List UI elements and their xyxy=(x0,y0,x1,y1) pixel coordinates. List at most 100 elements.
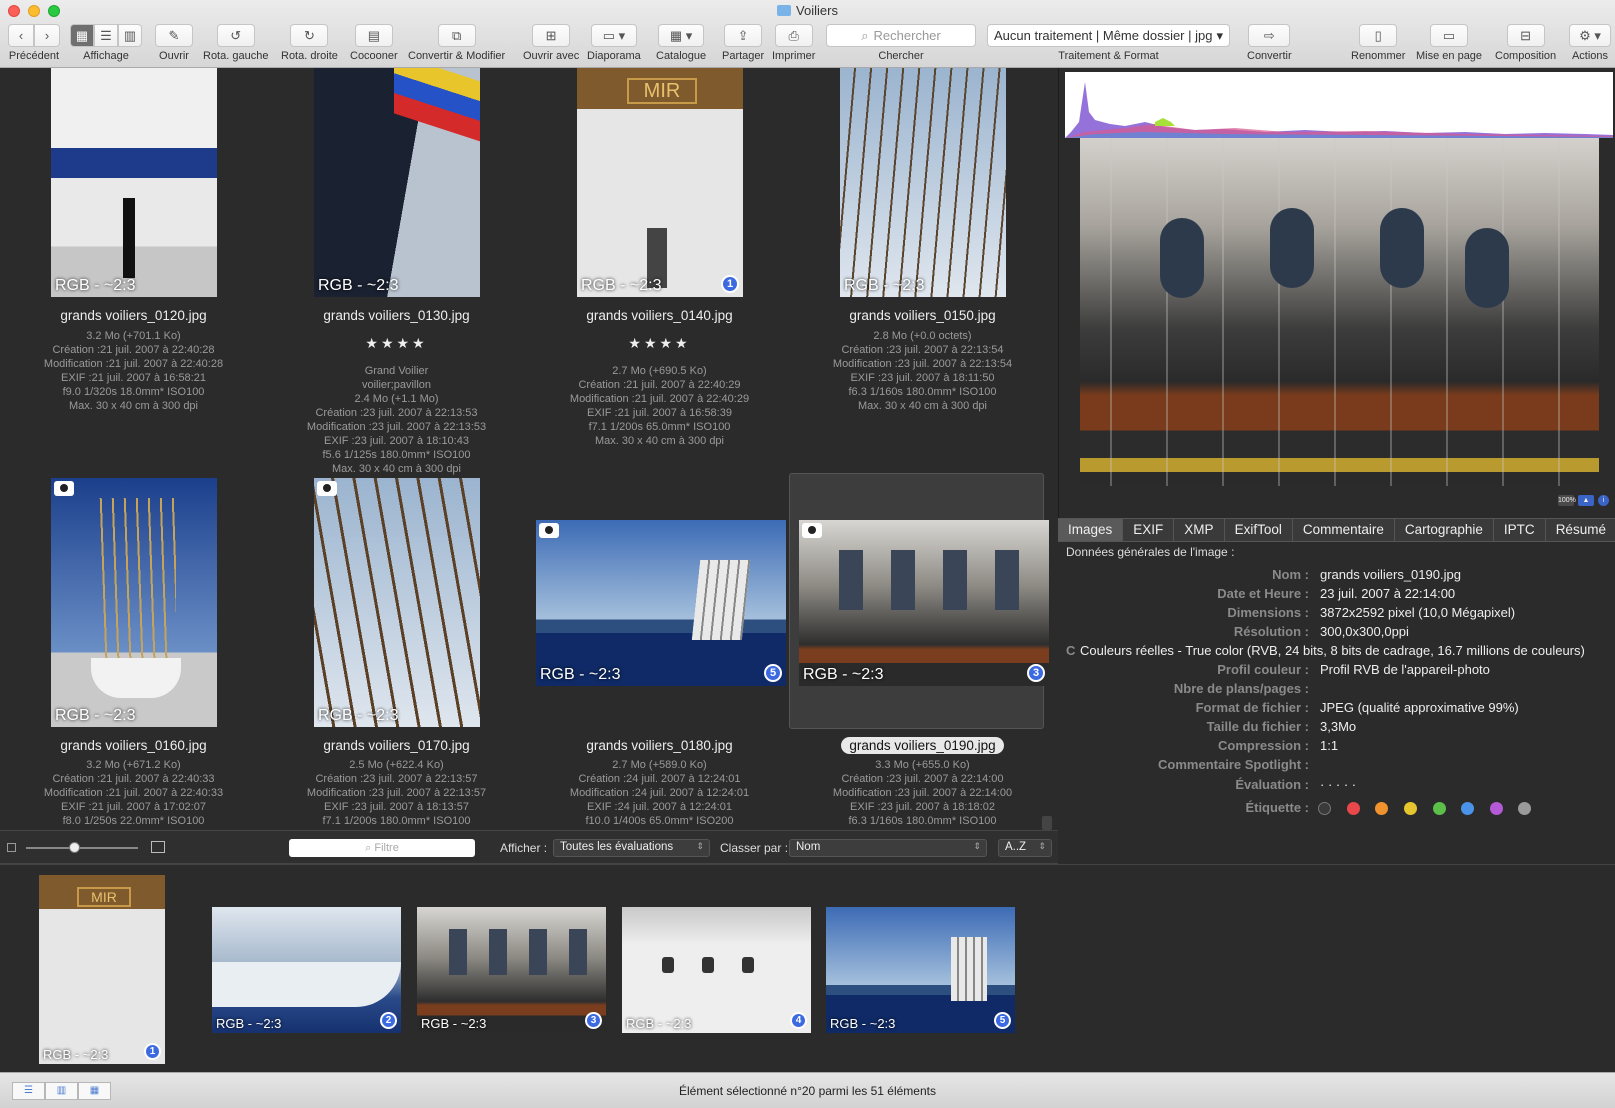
share-button[interactable]: ⇪ xyxy=(724,24,763,47)
label-yellow[interactable] xyxy=(1403,802,1417,816)
tag-button[interactable]: ▤ xyxy=(354,24,393,47)
filmstrip-item[interactable]: RGB - ~2:3 5 xyxy=(826,907,1015,1033)
thumbnail-image[interactable]: RGB - ~2:3 xyxy=(314,68,480,297)
thumbnail-image[interactable]: RGB - ~2:3 xyxy=(51,478,217,727)
search-icon: ⌕ xyxy=(861,27,869,43)
info-row-format: Format de fichier : JPEG (qualité approxi… xyxy=(1195,700,1519,715)
search-label: Chercher xyxy=(878,50,924,62)
actions-label: Actions xyxy=(1571,50,1609,62)
catalog-button[interactable]: ▦ ▾ xyxy=(658,24,705,47)
toolbar: Voiliers ‹ › Précédent ▦ ☰ ▥ Affichage ✎… xyxy=(0,0,1615,68)
info-icon[interactable]: i xyxy=(1598,495,1609,506)
label-orange[interactable] xyxy=(1375,802,1389,816)
open-label: Ouvrir xyxy=(159,50,189,62)
file-name: grands voiliers_0160.jpg xyxy=(60,738,207,753)
color-badge: RGB - ~2:3 xyxy=(803,666,884,683)
rotate-left-button[interactable]: ↺ xyxy=(216,24,255,47)
file-meta: 2.7 Mo (+589.0 Ko) Création :24 juil. 20… xyxy=(569,759,750,827)
updown-icon: ⇕ xyxy=(696,841,704,851)
label-gray[interactable] xyxy=(1518,802,1532,816)
zoom-slider-track[interactable] xyxy=(26,847,138,849)
file-name: grands voiliers_0170.jpg xyxy=(323,738,470,753)
tab-comment[interactable]: Commentaire xyxy=(1293,519,1395,541)
tab-iptc[interactable]: IPTC xyxy=(1494,519,1546,541)
window-title: Voiliers xyxy=(0,3,1615,18)
hull-shape xyxy=(91,658,181,698)
label-purple[interactable] xyxy=(1489,802,1503,816)
tab-map[interactable]: Cartographie xyxy=(1395,519,1494,541)
color-badge: RGB - ~2:3 xyxy=(55,707,136,724)
file-meta: 3.2 Mo (+671.2 Ko) Création :21 juil. 20… xyxy=(43,759,224,827)
color-badge: RGB - ~2:3 xyxy=(421,1016,487,1031)
print-label: Imprimer xyxy=(772,50,816,62)
file-name: grands voiliers_0180.jpg xyxy=(586,738,733,753)
processing-select[interactable]: Aucun traitement | Même dossier | jpg ▾ xyxy=(987,24,1230,47)
thumbnail-image[interactable]: RGB - ~2:3 xyxy=(314,478,480,727)
rating-stars: ★★★★ xyxy=(365,335,428,351)
catalog-label: Catalogue xyxy=(656,50,707,62)
filter-input[interactable]: ⌕ Filtre xyxy=(289,839,475,857)
status-text: Élément sélectionné n°20 parmi les 51 él… xyxy=(679,1084,936,1098)
slideshow-button[interactable]: ▭ ▾ xyxy=(590,24,637,47)
info-panel: Données générales de l'image : Nom : gran… xyxy=(1058,542,1615,864)
zoom-slider-handle[interactable] xyxy=(69,842,80,853)
label-green[interactable] xyxy=(1432,802,1446,816)
camera-icon xyxy=(317,481,337,496)
search-input[interactable]: ⌕ Rechercher xyxy=(826,24,976,47)
number-badge: 1 xyxy=(144,1043,161,1060)
sort-select[interactable]: Nom ⇕ xyxy=(789,839,987,857)
thumbnail-image[interactable]: MIR RGB - ~2:3 1 xyxy=(577,68,743,297)
rating-control[interactable]: · · · · · xyxy=(1320,777,1356,792)
filmstrip-item[interactable]: RGB - ~2:3 3 xyxy=(417,907,606,1033)
sort-order-select[interactable]: A..Z ⇕ xyxy=(998,839,1052,857)
filmstrip-item[interactable]: MIR RGB - ~2:3 1 xyxy=(39,875,165,1064)
rotate-right-button[interactable]: ↻ xyxy=(290,24,329,47)
number-badge: 5 xyxy=(764,664,782,682)
info-row-label: Étiquette : xyxy=(1058,800,1615,819)
chevron-down-icon: ▾ xyxy=(1216,27,1223,43)
filter-bar: ⌕ Filtre Afficher : Toutes les évaluatio… xyxy=(0,830,1058,864)
list-view-icon[interactable]: ☰ xyxy=(94,24,118,47)
rigging-shape xyxy=(314,478,480,727)
label-red[interactable] xyxy=(1346,802,1360,816)
share-label: Partager xyxy=(722,50,765,62)
forward-button[interactable]: › xyxy=(34,24,60,47)
file-meta: Grand Voilier voilier;pavillon 2.4 Mo (+… xyxy=(306,365,487,475)
label-blue[interactable] xyxy=(1461,802,1475,816)
no-label-icon[interactable] xyxy=(1318,802,1331,816)
tab-exiftool[interactable]: ExifTool xyxy=(1225,519,1293,541)
composition-button[interactable]: ⊟ xyxy=(1506,24,1545,47)
pulley-shape xyxy=(1465,228,1509,308)
layout-button[interactable]: ▭ xyxy=(1430,24,1469,47)
open-with-button[interactable]: ⊞ xyxy=(532,24,571,47)
histogram-icon[interactable]: ▲ xyxy=(1578,495,1594,506)
filmstrip-item[interactable]: RGB - ~2:3 4 xyxy=(622,907,811,1033)
actions-button[interactable]: ⚙ ▾ xyxy=(1569,24,1611,47)
tab-summary[interactable]: Résumé xyxy=(1546,519,1615,541)
number-badge: 4 xyxy=(790,1012,807,1029)
print-button[interactable]: ⎙ xyxy=(774,24,813,47)
thumbnail-image[interactable]: RGB - ~2:3 5 xyxy=(536,520,786,686)
convert-modify-button[interactable]: ⧉ xyxy=(437,24,476,47)
rename-button[interactable]: ▯ xyxy=(1359,24,1398,47)
info-title: Données générales de l'image : xyxy=(1066,545,1235,559)
grid-view-icon[interactable]: ▦ xyxy=(70,24,94,47)
zoom-100-icon[interactable]: 100% xyxy=(1558,495,1576,506)
filmstrip-item[interactable]: RGB - ~2:3 2 xyxy=(212,907,401,1033)
show-label: Afficher : xyxy=(500,841,548,855)
tab-xmp[interactable]: XMP xyxy=(1174,519,1225,541)
scrollbar-handle[interactable] xyxy=(1042,816,1052,830)
rating-filter-select[interactable]: Toutes les évaluations ⇕ xyxy=(553,839,710,857)
convert-button[interactable]: ⇨ xyxy=(1248,24,1291,47)
open-button[interactable]: ✎ xyxy=(155,24,193,47)
open-with-label: Ouvrir avec xyxy=(523,50,580,62)
thumbnail-image[interactable]: RGB - ~2:3 3 xyxy=(799,520,1049,686)
thumbnail-image[interactable]: RGB - ~2:3 xyxy=(840,68,1006,297)
file-meta-block: ★★★★ 2.7 Mo (+690.5 Ko) Création :21 jui… xyxy=(528,322,791,462)
tab-images[interactable]: Images xyxy=(1058,519,1124,541)
file-name: grands voiliers_0140.jpg xyxy=(586,308,733,323)
filmstrip-view-icon[interactable]: ▥ xyxy=(118,24,142,47)
back-button[interactable]: ‹ xyxy=(8,24,34,47)
tab-exif[interactable]: EXIF xyxy=(1123,519,1175,541)
thumbnail-image[interactable]: RGB - ~2:3 xyxy=(51,68,217,297)
